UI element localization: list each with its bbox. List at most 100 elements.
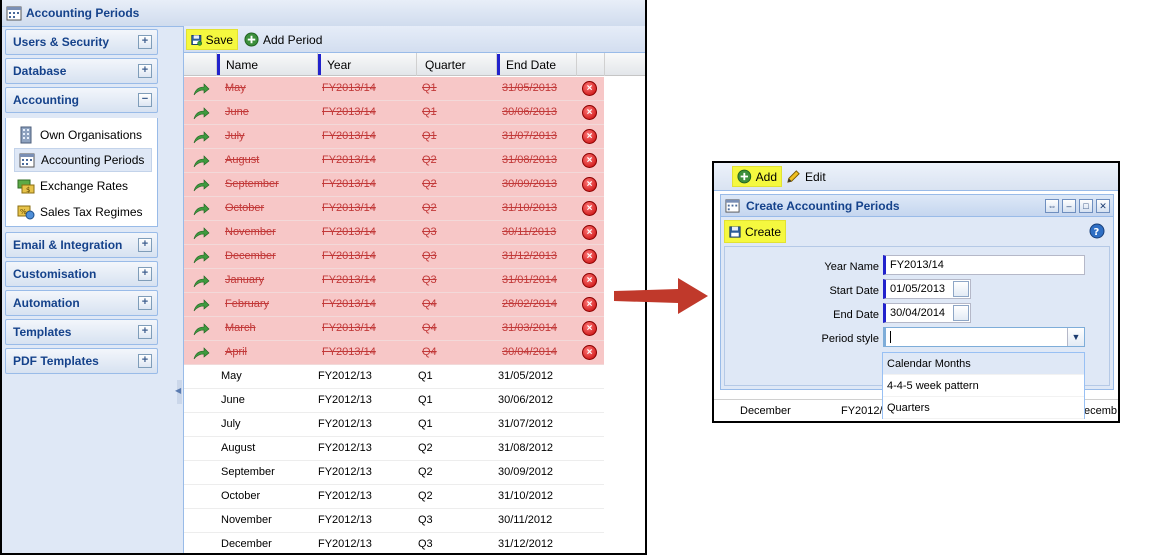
undo-icon[interactable]: [192, 106, 210, 120]
accounting-periods-grid-panel: Save Add Period Name Year Quarter End Da…: [183, 26, 645, 553]
delete-icon[interactable]: ×: [582, 201, 597, 216]
delete-icon[interactable]: ×: [582, 129, 597, 144]
table-row[interactable]: September FY2012/13 Q2 30/09/2012: [184, 461, 604, 485]
calendar-picker-icon[interactable]: [953, 281, 969, 297]
undo-icon[interactable]: [192, 154, 210, 168]
table-row[interactable]: March FY2013/14 Q4 31/03/2014 ×: [184, 317, 604, 341]
table-row[interactable]: October FY2013/14 Q2 31/10/2013 ×: [184, 197, 604, 221]
add-period-button[interactable]: Add Period: [240, 29, 326, 50]
table-cell: July: [221, 418, 241, 430]
nav-section-pdf-templates[interactable]: PDF Templates +: [5, 348, 158, 374]
table-row[interactable]: January FY2013/14 Q3 31/01/2014 ×: [184, 269, 604, 293]
table-row[interactable]: October FY2012/13 Q2 31/10/2012: [184, 485, 604, 509]
delete-icon[interactable]: ×: [582, 321, 597, 336]
period-style-select[interactable]: ▼: [883, 327, 1085, 347]
nav-section-automation[interactable]: Automation +: [5, 290, 158, 316]
expand-icon[interactable]: +: [138, 325, 152, 339]
delete-icon[interactable]: ×: [582, 297, 597, 312]
chevron-down-icon[interactable]: ▼: [1067, 328, 1084, 346]
undo-icon[interactable]: [192, 322, 210, 336]
expand-icon[interactable]: +: [138, 296, 152, 310]
column-header-end-date[interactable]: End Date: [497, 53, 577, 76]
help-icon[interactable]: ?: [1089, 223, 1105, 239]
pin-icon[interactable]: ⇔: [1045, 198, 1059, 213]
minimize-icon[interactable]: –: [1062, 198, 1076, 213]
dropdown-option[interactable]: Calendar Months: [883, 353, 1084, 375]
maximize-icon[interactable]: □: [1079, 198, 1093, 213]
expand-icon[interactable]: +: [138, 267, 152, 281]
nav-section-users-security[interactable]: Users & Security +: [5, 29, 158, 55]
expand-icon[interactable]: +: [138, 354, 152, 368]
table-row[interactable]: August FY2013/14 Q2 31/08/2013 ×: [184, 149, 604, 173]
table-row[interactable]: September FY2013/14 Q2 30/09/2013 ×: [184, 173, 604, 197]
nav-section-templates[interactable]: Templates +: [5, 319, 158, 345]
undo-icon[interactable]: [192, 226, 210, 240]
table-cell: 31/12/2013: [502, 250, 558, 262]
undo-icon[interactable]: [192, 82, 210, 96]
add-button[interactable]: Add: [732, 166, 782, 187]
table-row[interactable]: April FY2013/14 Q4 30/04/2014 ×: [184, 341, 604, 365]
save-button[interactable]: Save: [186, 29, 238, 50]
period-style-label: Period style: [821, 333, 879, 345]
column-header-quarter[interactable]: Quarter: [417, 53, 497, 76]
table-row[interactable]: June FY2012/13 Q1 30/06/2012: [184, 389, 604, 413]
table-row[interactable]: August FY2012/13 Q2 31/08/2012: [184, 437, 604, 461]
calendar-picker-icon[interactable]: [953, 305, 969, 321]
undo-icon[interactable]: [192, 130, 210, 144]
delete-icon[interactable]: ×: [582, 105, 597, 120]
table-row[interactable]: December FY2013/14 Q3 31/12/2013 ×: [184, 245, 604, 269]
column-header-name[interactable]: Name: [217, 53, 318, 76]
dropdown-option[interactable]: Quarters: [883, 397, 1084, 419]
table-cell: 31/05/2012: [498, 370, 554, 382]
nav-section-accounting[interactable]: Accounting −: [5, 87, 158, 113]
undo-icon[interactable]: [192, 298, 210, 312]
delete-icon[interactable]: ×: [582, 81, 597, 96]
delete-icon[interactable]: ×: [582, 345, 597, 360]
delete-icon[interactable]: ×: [582, 225, 597, 240]
table-cell: August: [225, 154, 260, 166]
table-row[interactable]: June FY2013/14 Q1 30/06/2013 ×: [184, 101, 604, 125]
delete-icon[interactable]: ×: [582, 177, 597, 192]
expand-icon[interactable]: +: [138, 64, 152, 78]
sidebar-item-exchange-rates[interactable]: $ Exchange Rates: [14, 174, 152, 198]
close-icon[interactable]: ✕: [1096, 198, 1110, 213]
nav-section-customisation[interactable]: Customisation +: [5, 261, 158, 287]
expand-icon[interactable]: +: [138, 35, 152, 49]
table-row[interactable]: July FY2013/14 Q1 31/07/2013 ×: [184, 125, 604, 149]
create-button[interactable]: Create: [724, 220, 786, 243]
dialog-header[interactable]: Create Accounting Periods ⇔ – □ ✕: [721, 195, 1113, 217]
delete-icon[interactable]: ×: [582, 249, 597, 264]
delete-icon[interactable]: ×: [582, 273, 597, 288]
table-row[interactable]: December FY2012/13 Q3 31/12/2012: [184, 533, 604, 553]
expand-icon[interactable]: +: [138, 238, 152, 252]
table-cell: Q2: [422, 178, 437, 190]
year-name-input[interactable]: FY2013/14: [883, 255, 1085, 275]
table-row[interactable]: November FY2012/13 Q3 30/11/2012: [184, 509, 604, 533]
nav-section-email-integration[interactable]: Email & Integration +: [5, 232, 158, 258]
sidebar-item-accounting-periods[interactable]: Accounting Periods: [14, 148, 152, 172]
start-date-input[interactable]: 01/05/2013: [883, 279, 971, 299]
edit-button[interactable]: Edit: [782, 166, 830, 187]
table-cell: FY2012/13: [318, 370, 372, 382]
nav-section-database[interactable]: Database +: [5, 58, 158, 84]
undo-icon[interactable]: [192, 178, 210, 192]
collapse-arrow-icon[interactable]: ◀: [175, 386, 181, 395]
end-date-input[interactable]: 30/04/2014: [883, 303, 971, 323]
dropdown-option[interactable]: 4-4-5 week pattern: [883, 375, 1084, 397]
table-row[interactable]: May FY2012/13 Q1 31/05/2012: [184, 365, 604, 389]
table-cell: May: [225, 82, 246, 94]
undo-icon[interactable]: [192, 274, 210, 288]
table-row[interactable]: February FY2013/14 Q4 28/02/2014 ×: [184, 293, 604, 317]
collapse-icon[interactable]: −: [138, 93, 152, 107]
undo-icon[interactable]: [192, 346, 210, 360]
table-cell: Q4: [422, 346, 437, 358]
sidebar-item-own-organisations[interactable]: Own Organisations: [14, 123, 152, 147]
undo-icon[interactable]: [192, 250, 210, 264]
table-row[interactable]: May FY2013/14 Q1 31/05/2013 ×: [184, 77, 604, 101]
column-header-year[interactable]: Year: [318, 53, 417, 76]
undo-icon[interactable]: [192, 202, 210, 216]
delete-icon[interactable]: ×: [582, 153, 597, 168]
table-row[interactable]: July FY2012/13 Q1 31/07/2012: [184, 413, 604, 437]
sidebar-item-sales-tax-regimes[interactable]: % Sales Tax Regimes: [14, 200, 152, 224]
table-row[interactable]: November FY2013/14 Q3 30/11/2013 ×: [184, 221, 604, 245]
